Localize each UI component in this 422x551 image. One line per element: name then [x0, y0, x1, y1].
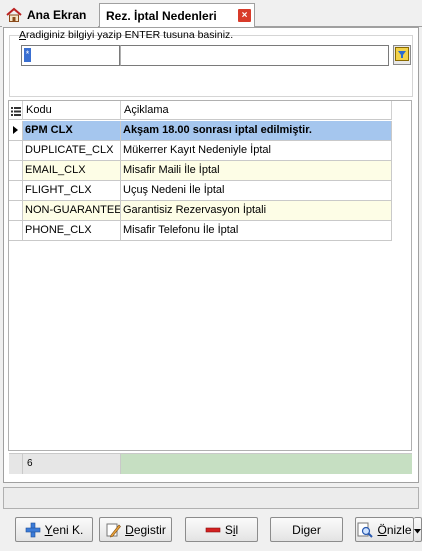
preview-dropdown-button[interactable]: [414, 517, 422, 542]
row-indicator: [9, 201, 23, 220]
edit-pencil-icon: [105, 522, 122, 538]
data-grid: Kodu Açiklama 6PM CLX Akşam 18.00 sonras…: [8, 100, 412, 474]
button-label: Diger: [292, 522, 321, 537]
column-header-aciklama[interactable]: Açiklama: [121, 101, 392, 120]
button-label: eni K.: [52, 522, 84, 537]
new-record-button[interactable]: Yeni K.: [15, 517, 93, 542]
tab-label: Ana Ekran: [27, 8, 87, 22]
hotkey: Y: [44, 522, 53, 537]
search-field-code-value: *: [24, 48, 31, 62]
cell-kodu[interactable]: EMAIL_CLX: [23, 161, 121, 180]
cell-aciklama[interactable]: Misafir Telefonu İle İptal: [121, 221, 392, 240]
table-row[interactable]: 6PM CLX Akşam 18.00 sonrası iptal edilmi…: [9, 121, 392, 141]
filter-icon: [395, 46, 409, 64]
cell-kodu[interactable]: DUPLICATE_CLX: [23, 141, 121, 160]
table-row[interactable]: PHONE_CLX Misafir Telefonu İle İptal: [9, 221, 392, 241]
table-row[interactable]: FLIGHT_CLX Uçuş Nedeni İle İptal: [9, 181, 392, 201]
search-field-code[interactable]: *: [21, 45, 120, 66]
footer-indicator: [9, 454, 23, 474]
cell-aciklama[interactable]: Akşam 18.00 sonrası iptal edilmiştir.: [121, 121, 392, 140]
button-bar: Yeni K. Degistir Sil Diger Önizle: [0, 512, 422, 551]
caption-text: radiginiz bilgiyi yazip ENTER tusuna bas…: [26, 29, 234, 41]
grid-header: Kodu Açiklama: [9, 101, 392, 120]
cell-kodu[interactable]: 6PM CLX: [23, 121, 121, 140]
cell-kodu[interactable]: NON-GUARANTEE: [23, 201, 121, 220]
current-row-arrow-icon: [13, 126, 18, 134]
status-bar: [3, 487, 419, 509]
cell-aciklama[interactable]: Misafir Maili İle İptal: [121, 161, 392, 180]
cell-kodu[interactable]: PHONE_CLX: [23, 221, 121, 240]
table-row[interactable]: EMAIL_CLX Misafir Maili İle İptal: [9, 161, 392, 181]
chevron-down-icon: [414, 523, 421, 537]
button-label: egistir: [133, 522, 166, 537]
cell-aciklama[interactable]: Mükerrer Kayıt Nedeniyle İptal: [121, 141, 392, 160]
row-indicator: [9, 221, 23, 240]
tab-strip: Ana Ekran Rez. İptal Nedenleri ×: [0, 0, 422, 28]
footer-summary: [121, 454, 412, 474]
hotkey: Ö: [377, 522, 387, 537]
cell-kodu[interactable]: FLIGHT_CLX: [23, 181, 121, 200]
preview-magnifier-icon: [357, 522, 374, 538]
preview-button[interactable]: Önizle: [355, 517, 414, 542]
table-row[interactable]: DUPLICATE_CLX Mükerrer Kayıt Nedeniyle İ…: [9, 141, 392, 161]
grid-footer: 6: [9, 453, 412, 474]
tab-rez-iptal-nedenleri[interactable]: Rez. İptal Nedenleri ×: [99, 3, 255, 28]
minus-icon: [205, 522, 221, 538]
close-icon[interactable]: ×: [238, 9, 251, 22]
row-indicator: [9, 181, 23, 200]
filter-button[interactable]: [393, 45, 411, 65]
row-indicator: [9, 141, 23, 160]
tab-label: Rez. İptal Nedenleri: [106, 8, 217, 23]
column-header-kodu[interactable]: Kodu: [23, 101, 121, 120]
record-count: 6: [23, 454, 121, 474]
row-indicator: [9, 121, 23, 140]
edit-button[interactable]: Degistir: [99, 517, 172, 542]
search-caption: Aradiginiz bilgiyi yazip ENTER tusuna ba…: [19, 29, 233, 41]
cell-aciklama[interactable]: Uçuş Nedeni İle İptal: [121, 181, 392, 200]
button-label: l: [235, 522, 239, 537]
row-indicator: [9, 161, 23, 180]
caption-hotkey: A: [19, 29, 27, 41]
home-icon: [6, 7, 22, 23]
plus-icon: [25, 522, 41, 538]
column-chooser-icon[interactable]: [9, 101, 23, 120]
hotkey: D: [125, 522, 134, 537]
cell-aciklama[interactable]: Garantisiz Rezervasyon İptali: [121, 201, 392, 220]
tab-ana-ekran[interactable]: Ana Ekran: [2, 3, 98, 27]
table-row[interactable]: NON-GUARANTEE Garantisiz Rezervasyon İpt…: [9, 201, 392, 221]
button-label: nizle: [386, 522, 412, 537]
search-field-description[interactable]: [120, 45, 389, 66]
other-button[interactable]: Diger: [270, 517, 343, 542]
button-label: S: [224, 522, 233, 537]
delete-button[interactable]: Sil: [185, 517, 258, 542]
